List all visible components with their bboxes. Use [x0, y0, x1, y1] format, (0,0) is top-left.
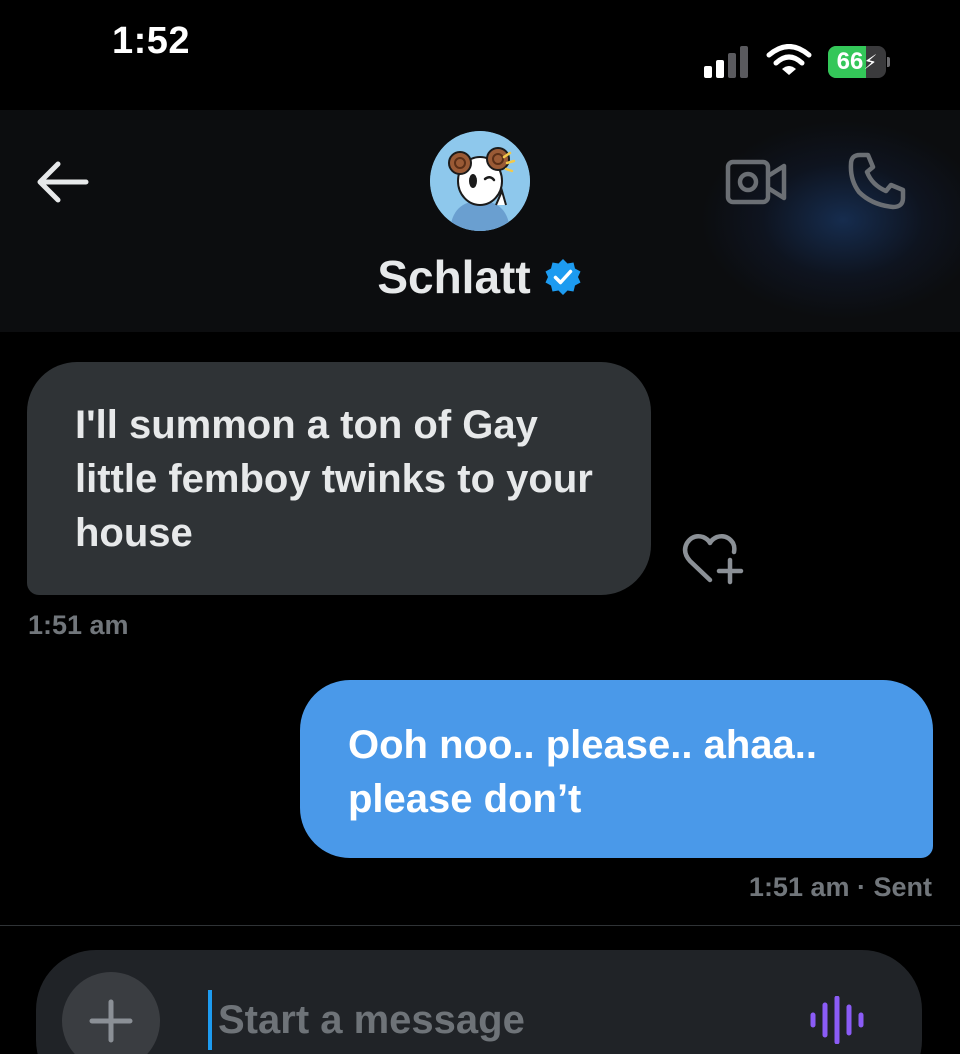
message-composer: [36, 950, 922, 1054]
conversation-header: Schlatt: [0, 110, 960, 332]
incoming-message-bubble[interactable]: I'll summon a ton of Gay little femboy t…: [27, 362, 651, 595]
outgoing-message-status: 1:51 am · Sent: [748, 872, 932, 902]
contact-name: Schlatt: [377, 251, 531, 303]
contact-name-row[interactable]: Schlatt: [0, 250, 960, 310]
cellular-signal-icon: [704, 46, 748, 78]
composer-divider: [0, 925, 960, 926]
battery-percent: 66⚡: [828, 46, 886, 78]
battery-body: 66⚡: [828, 46, 886, 78]
charging-bolt-icon: ⚡: [863, 52, 878, 74]
dm-conversation-screen: 1:52 66⚡ Schlatt I'll summon a ton of Ga…: [0, 0, 960, 1054]
battery-indicator: 66⚡: [828, 46, 890, 78]
heart-plus-icon[interactable]: [680, 530, 744, 588]
incoming-message-time: 1:51 am: [28, 610, 129, 640]
avatar[interactable]: [430, 131, 530, 231]
verified-badge-icon: [545, 259, 581, 295]
add-attachment-button[interactable]: [62, 972, 160, 1054]
outgoing-message-bubble[interactable]: Ooh noo.. please.. ahaa.. please don’t: [300, 680, 933, 858]
message-input[interactable]: [208, 990, 778, 1050]
plus-icon: [89, 999, 133, 1043]
phone-icon[interactable]: [846, 150, 908, 212]
status-time: 1:52: [112, 20, 191, 62]
battery-cap: [887, 57, 890, 67]
voice-waveform-icon[interactable]: [808, 996, 870, 1044]
battery-percent-value: 66: [836, 48, 864, 75]
status-bar: 1:52 66⚡: [0, 0, 960, 110]
wifi-icon: [766, 44, 812, 75]
arrow-left-icon[interactable]: [28, 154, 96, 210]
video-camera-icon[interactable]: [724, 156, 788, 208]
